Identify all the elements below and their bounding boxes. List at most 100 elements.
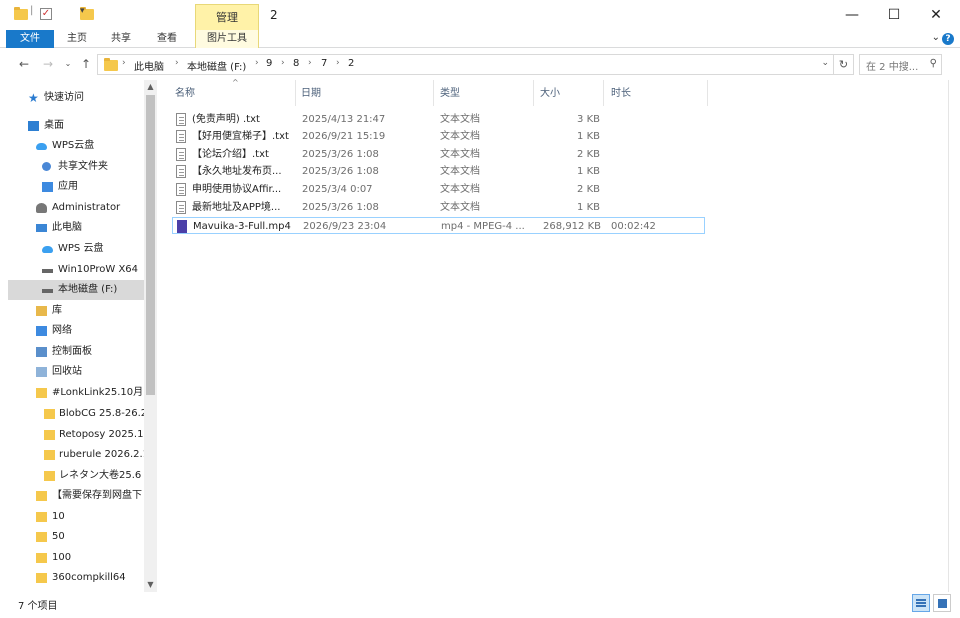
sidebar-item-drive-f[interactable]: 本地磁盘 (F:) [8,280,146,300]
breadcrumb-folder-7[interactable]: 7 [321,58,327,69]
sidebar-item-folder[interactable]: 50 [8,527,146,547]
sidebar-item-libraries[interactable]: 库 [8,301,146,321]
sidebar-item-control-panel[interactable]: 控制面板 [8,342,146,362]
properties-icon[interactable]: ✓ [40,8,52,20]
file-row[interactable]: 【好用便宜梯子】.txt 2026/9/21 15:19 文本文档 1 KB [172,128,705,145]
search-icon: ⚲ [929,58,937,69]
sidebar-item-label: #LonkLink25.10月 [52,387,144,398]
column-header-name[interactable]: 名称 [175,84,195,104]
breadcrumb-folder-2[interactable]: 2 [348,58,354,69]
sidebar-item-this-pc[interactable]: 此电脑 [8,218,146,238]
breadcrumb-separator-icon[interactable]: › [281,58,285,68]
breadcrumb-folder-8[interactable]: 8 [293,58,299,69]
sidebar-item-label: 【需要保存到网盘下 [52,490,142,501]
breadcrumb-separator-icon[interactable]: › [308,58,312,68]
file-row-selected[interactable]: Mavuika-3-Full.mp4 2026/9/23 23:04 mp4 -… [172,217,705,234]
minimize-button[interactable]: — [830,2,874,28]
tab-picture-tools[interactable]: 图片工具 [195,30,259,48]
file-type: 文本文档 [440,166,480,177]
breadcrumb-separator-icon[interactable]: › [336,58,340,68]
file-row[interactable]: 【永久地址发布页... 2025/3/26 1:08 文本文档 1 KB [172,163,705,180]
sidebar-item-wps-cloud[interactable]: WPS云盘 [8,136,146,156]
details-view-button[interactable] [912,594,930,612]
search-input[interactable]: 在 2 中搜... ⚲ [859,54,942,75]
sidebar-item-folder[interactable]: BlobCG 25.8-26.2 [8,404,146,424]
file-date: 2025/3/26 1:08 [302,149,379,160]
column-divider[interactable] [533,80,534,106]
sidebar-item-desktop[interactable]: 桌面 [8,116,146,136]
sidebar-item-wps-cloud-drive[interactable]: WPS 云盘 [8,239,146,259]
tab-share[interactable]: 共享 [104,30,138,48]
sidebar-item-label: WPS云盘 [52,140,95,151]
column-divider[interactable] [603,80,604,106]
ribbon-expand-icon[interactable]: ⌄ [932,32,940,43]
column-divider[interactable] [433,80,434,106]
breadcrumb-separator-icon[interactable]: › [122,58,126,68]
breadcrumb-this-pc[interactable]: 此电脑 [134,58,164,73]
sidebar-item-shared-folder[interactable]: 共享文件夹 [8,157,146,177]
file-name: 申明使用协议Affir... [192,184,282,195]
breadcrumb-separator-icon[interactable]: › [255,58,259,68]
recent-locations-icon[interactable]: ⌄ [60,56,76,72]
tab-context-manage[interactable]: 管理 [195,4,259,30]
sidebar-item-system-drive[interactable]: Win10ProW X64 [8,260,146,280]
folder-icon [44,450,55,460]
sidebar-item-label: 共享文件夹 [58,161,108,172]
sidebar-item-label: 360compkill64 [52,572,126,583]
up-arrow-icon[interactable]: ↑ [78,56,94,72]
file-row[interactable]: 最新地址及APP境... 2025/3/26 1:08 文本文档 1 KB [172,199,705,216]
column-divider[interactable] [707,80,708,106]
sidebar-item-folder[interactable]: 10 [8,507,146,527]
sidebar-item-folder[interactable]: 360compkill64 [8,568,146,588]
breadcrumb-separator-icon[interactable]: › [175,58,179,68]
back-arrow-icon[interactable]: ← [16,56,32,72]
help-icon[interactable]: ? [942,33,954,45]
tab-home[interactable]: 主页 [60,30,94,48]
column-header-size[interactable]: 大小 [540,84,560,104]
file-row[interactable]: 【论坛介绍】.txt 2025/3/26 1:08 文本文档 2 KB [172,146,705,163]
title-bar: | ✓ ▾ 管理 2 — ☐ ✕ [0,0,960,30]
sidebar-item-folder[interactable]: ruberule 2026.2.1 [8,445,146,465]
tab-view[interactable]: 查看 [150,30,184,48]
column-header-date[interactable]: 日期 [301,84,321,104]
library-icon [36,306,47,316]
close-button[interactable]: ✕ [914,2,958,28]
maximize-button[interactable]: ☐ [872,2,916,28]
sidebar-item-folder[interactable]: Retoposy 2025.1 [8,425,146,445]
sidebar-item-recycle-bin[interactable]: 回收站 [8,362,146,382]
column-header-length[interactable]: 时长 [611,84,631,104]
folder-icon [36,553,47,563]
large-icons-view-button[interactable] [933,594,951,612]
breadcrumb-drive-f[interactable]: 本地磁盘 (F:) [187,58,246,73]
customize-toolbar-icon[interactable]: ▾ [80,6,85,24]
sidebar-item-folder[interactable]: レネタン大卷25.6 [8,466,146,486]
column-header-type[interactable]: 类型 [440,84,460,104]
scroll-down-icon[interactable]: ▼ [144,580,157,589]
sidebar-item-folder[interactable]: #LonkLink25.10月 [8,383,146,403]
navigation-bar: ← → ⌄ ↑ › 此电脑 › 本地磁盘 (F:) › 9 › 8 › 7 › … [0,50,960,78]
breadcrumb-folder-9[interactable]: 9 [266,58,272,69]
file-row[interactable]: 申明使用协议Affir... 2025/3/4 0:07 文本文档 2 KB [172,181,705,198]
column-divider[interactable] [295,80,296,106]
forward-arrow-icon[interactable]: → [40,56,56,72]
scrollbar-thumb[interactable] [146,95,155,395]
sidebar-item-quick-access[interactable]: ★ 快速访问 [8,88,146,108]
sidebar-item-apps[interactable]: 应用 [8,177,146,197]
file-name: Mavuika-3-Full.mp4 [193,221,291,232]
tab-file[interactable]: 文件 [6,30,54,48]
sidebar-item-network[interactable]: 网络 [8,321,146,341]
file-row[interactable]: (免责声明) .txt 2025/4/13 21:47 文本文档 3 KB [172,111,705,128]
user-icon [36,203,47,213]
address-bar[interactable]: › 此电脑 › 本地磁盘 (F:) › 9 › 8 › 7 › 2 ⌄ [97,54,834,75]
text-file-icon [176,148,186,161]
file-type: 文本文档 [440,184,480,195]
sidebar-item-folder[interactable]: 100 [8,548,146,568]
sidebar-item-label: WPS 云盘 [58,243,104,254]
sidebar-item-folder[interactable]: 【需要保存到网盘下 [8,486,146,506]
sidebar-item-administrator[interactable]: Administrator [8,198,146,218]
refresh-icon[interactable]: ↻ [834,54,854,75]
folder-icon [36,388,47,398]
nav-pane-scrollbar[interactable]: ▲ ▼ [144,80,157,592]
scroll-up-icon[interactable]: ▲ [144,82,157,91]
address-dropdown-icon[interactable]: ⌄ [821,58,829,68]
